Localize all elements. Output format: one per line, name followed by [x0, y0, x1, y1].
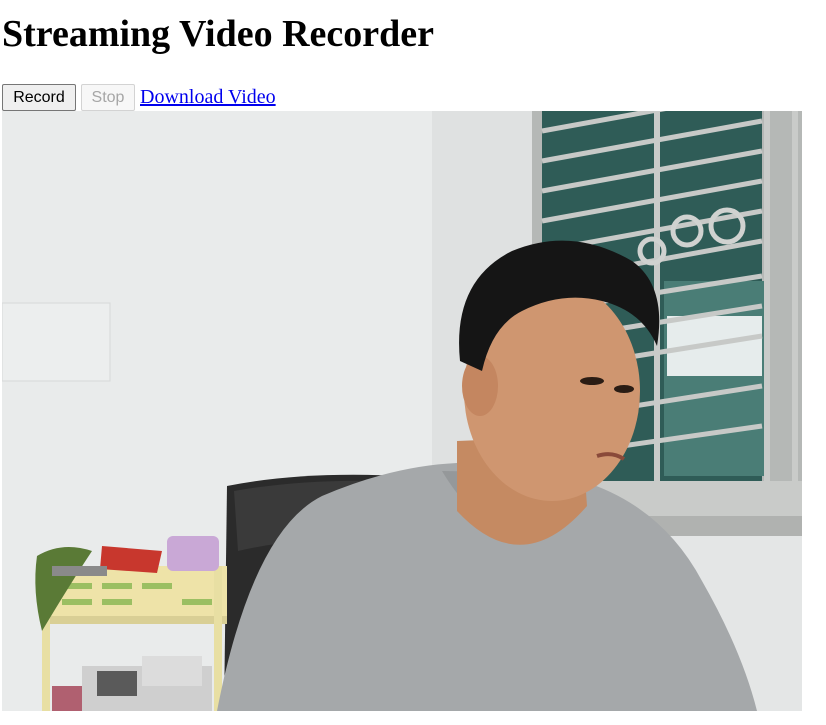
video-preview[interactable] — [2, 111, 802, 711]
page-title: Streaming Video Recorder — [2, 13, 434, 55]
webcam-frame — [2, 111, 802, 711]
page: Streaming Video Recorder Record Stop Dow… — [0, 0, 826, 725]
download-video-link[interactable]: Download Video — [140, 85, 276, 109]
recorder-controls: Record Stop Download Video — [2, 83, 276, 111]
record-button[interactable]: Record — [2, 83, 76, 111]
stop-button[interactable]: Stop — [81, 83, 135, 111]
